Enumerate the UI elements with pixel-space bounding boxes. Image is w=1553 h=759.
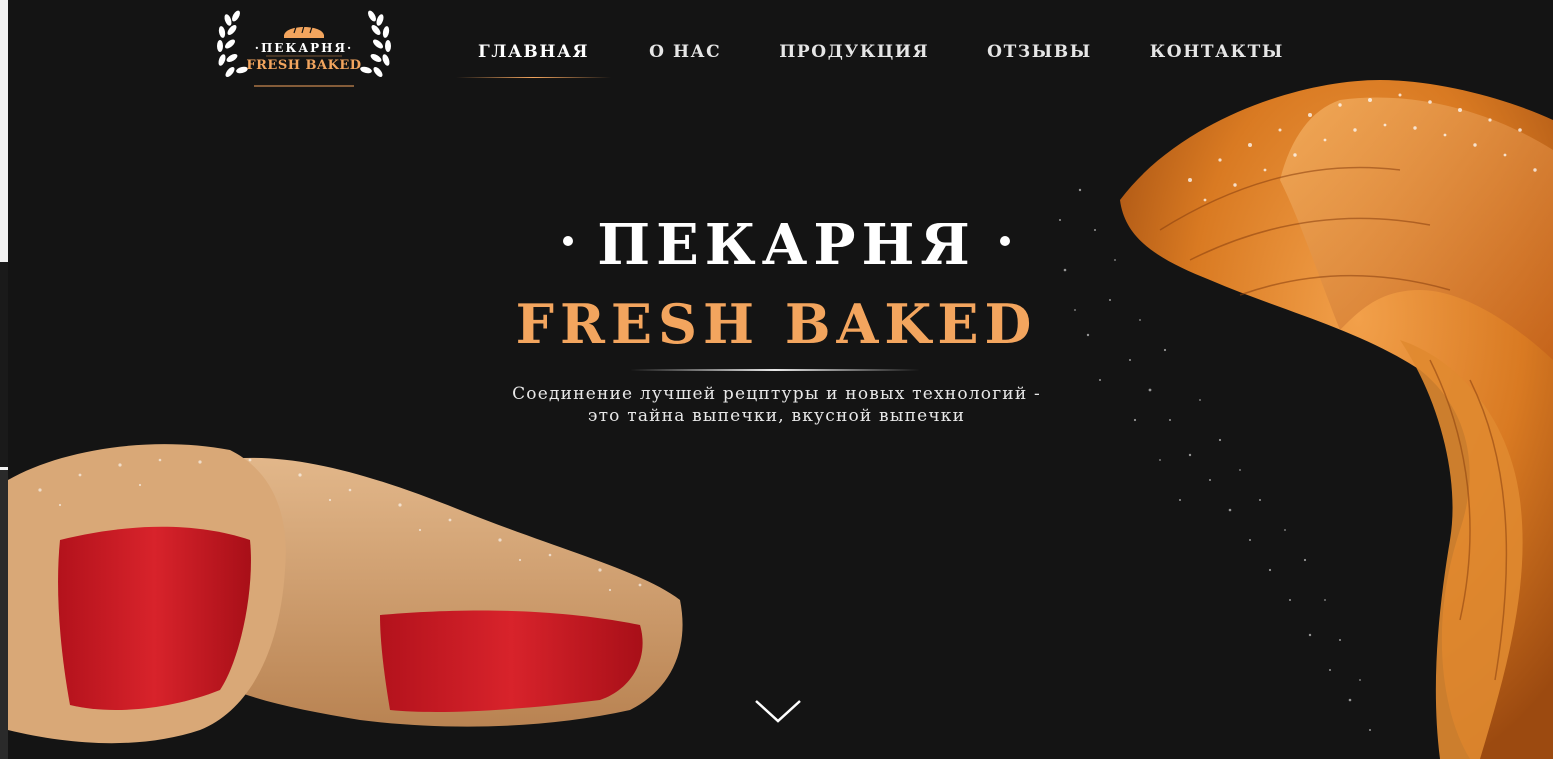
logo-bottom-text: FRESH BAKED	[246, 58, 362, 73]
hero-subtitle-line2: это тайна выпечки, вкусной выпечки	[587, 406, 966, 426]
nav-reviews[interactable]: ОТЗЫВЫ	[987, 42, 1092, 62]
chevron-down-icon[interactable]	[753, 697, 803, 727]
nav-contacts[interactable]: КОНТАКТЫ	[1150, 42, 1284, 62]
nav-home[interactable]: ГЛАВНАЯ	[456, 42, 612, 78]
nav-about[interactable]: О НАС	[649, 42, 721, 62]
hero-subtitle-line1: Соединение лучшей рецптуры и новых техно…	[512, 384, 1041, 404]
hero-brand: FRESH BAKED	[515, 292, 1038, 356]
nav-products[interactable]: ПРОДУКЦИЯ	[779, 42, 929, 62]
hero-title-text: ПЕКАРНЯ	[597, 212, 976, 278]
bread-icon	[284, 25, 324, 38]
hero-divider	[630, 369, 920, 371]
logo-top-text: ·ПЕКАРНЯ·	[254, 41, 354, 55]
hero-title: ПЕКАРНЯ	[0, 212, 1553, 278]
jam-pastry-image	[8, 444, 683, 744]
bullet-dot-icon	[999, 236, 1010, 247]
logo[interactable]: ·ПЕКАРНЯ· FRESH BAKED	[214, 10, 394, 90]
main-nav: ГЛАВНАЯ О НАС ПРОДУКЦИЯ ОТЗЫВЫ КОНТАКТЫ	[456, 42, 1284, 78]
hero-subtitle: Соединение лучшей рецптуры и новых техно…	[0, 383, 1553, 427]
bullet-dot-icon	[563, 236, 574, 247]
